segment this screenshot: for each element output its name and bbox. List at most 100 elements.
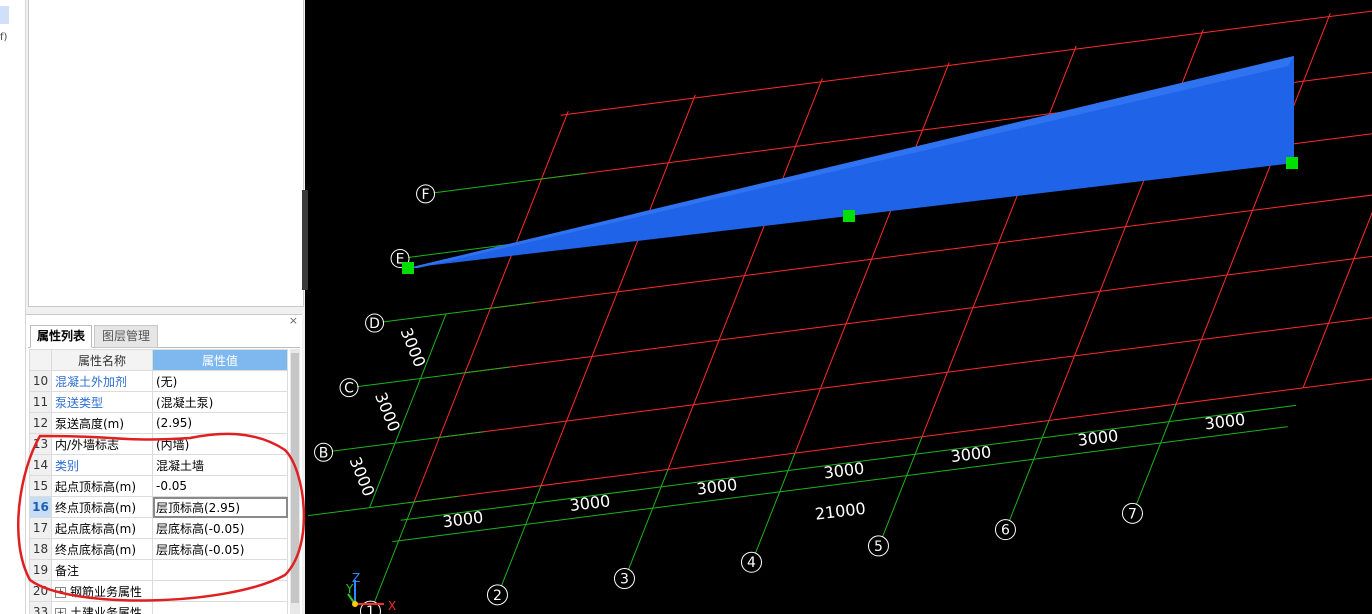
table-row[interactable]: 17 起点底标高(m) 层底标高(-0.05) (29, 517, 288, 539)
axis-line (755, 452, 796, 554)
group-label: 土建业务属性 (70, 605, 143, 614)
expand-icon[interactable]: + (55, 586, 66, 598)
property-value[interactable]: 层底标高(-0.05) (152, 538, 288, 560)
table-row[interactable]: 13 内/外墙标志 (内墙) (29, 433, 288, 455)
row-number: 11 (29, 391, 52, 413)
scrollbar-thumb[interactable] (291, 353, 299, 603)
col-dimension: 3000 (442, 508, 485, 532)
row-axis-label: D (369, 316, 380, 332)
table-row[interactable]: 16 终点顶标高(m) 层顶标高(2.95) (29, 496, 288, 518)
col-axis-label: 7 (1128, 506, 1137, 522)
table-row[interactable]: 11 泵送类型 (混凝土泵) (29, 391, 288, 413)
col-axis-label: 2 (493, 588, 502, 604)
axis-line (433, 172, 587, 194)
property-name: 内/外墙标志 (51, 433, 153, 455)
tab-property-list[interactable]: 属性列表 (30, 325, 92, 348)
table-row[interactable]: 10 混凝土外加剂 (无) (29, 370, 288, 392)
strip-item-text: f) (0, 32, 8, 43)
properties-table: 属性名称 属性值 10 混凝土外加剂 (无) 11 泵送类型 (混凝土泵) 12 泵送高度(m… (29, 349, 288, 614)
property-name: 泵送高度(m) (51, 412, 153, 434)
property-value[interactable]: -0.05 (152, 475, 288, 497)
col-dimension: 3000 (1204, 410, 1247, 434)
row-number: 14 (29, 454, 52, 476)
axis-line (374, 501, 415, 603)
navigation-strip: f) (0, 0, 26, 614)
property-name: 起点底标高(m) (51, 517, 153, 539)
property-name: 备注 (51, 559, 153, 581)
grid-line (458, 255, 1372, 375)
col-dimension: 3000 (1077, 426, 1120, 450)
property-value[interactable]: (混凝土泵) (152, 391, 288, 413)
row-number: 20 (29, 580, 52, 602)
table-row[interactable]: 33 + 土建业务属性 (29, 601, 288, 614)
col-axis-label: 1 (366, 604, 375, 614)
row-dimension: 3000 (397, 325, 430, 370)
property-name: 起点顶标高(m) (51, 475, 153, 497)
grid-line (540, 94, 696, 486)
table-header-row: 属性名称 属性值 (29, 349, 288, 371)
property-name: 混凝土外加剂 (51, 370, 153, 392)
row-axis-label: F (422, 187, 430, 203)
property-value[interactable]: (无) (152, 370, 288, 392)
z-axis-label: Z (352, 571, 360, 585)
col-dimension: 3000 (823, 459, 866, 483)
grip-handle[interactable] (402, 262, 414, 274)
property-name: + 土建业务属性 (51, 601, 153, 614)
property-name: 类别 (51, 454, 153, 476)
total-dimension: 21000 (814, 499, 867, 524)
grid-line (667, 78, 823, 470)
expand-icon[interactable]: + (55, 607, 66, 614)
axis-line (308, 495, 459, 517)
row-axis-label: C (344, 381, 354, 397)
cad-scene[interactable]: FEDCBA1234567300030003000300030003000300… (308, 0, 1372, 614)
row-axis-label: B (319, 445, 329, 461)
property-value[interactable] (152, 580, 288, 602)
axis-line (882, 436, 923, 538)
strip-selected-item[interactable] (0, 6, 9, 24)
col-dimension: 3000 (950, 442, 993, 466)
grip-handle[interactable] (843, 210, 855, 222)
col-dimension: 3000 (696, 475, 739, 499)
properties-scrollbar[interactable] (290, 349, 300, 614)
property-value[interactable]: 混凝土墙 (152, 454, 288, 476)
properties-panel: × 属性列表 图层管理 属性名称 属性值 10 混凝土外加剂 (无) 11 泵送类型 (混… (26, 314, 302, 614)
x-axis-label: X (388, 599, 396, 613)
left-panel: f) × 属性列表 图层管理 属性名称 属性值 10 混凝土外加剂 (无) 11 泵送类… (0, 0, 305, 614)
property-name: 泵送类型 (51, 391, 153, 413)
table-row[interactable]: 18 终点底标高(m) 层底标高(-0.05) (29, 538, 288, 560)
component-list-panel[interactable] (28, 0, 304, 307)
tab-layer-management[interactable]: 图层管理 (94, 325, 158, 348)
header-property-name: 属性名称 (51, 349, 153, 371)
grip-handle[interactable] (1286, 157, 1298, 169)
property-value[interactable]: (2.95) (152, 412, 288, 434)
axis-line (382, 301, 536, 323)
property-value[interactable]: (内墙) (152, 433, 288, 455)
table-row[interactable]: 14 类别 混凝土墙 (29, 454, 288, 476)
axis-line (356, 366, 510, 388)
axis-line (1136, 404, 1177, 505)
row-number: 13 (29, 433, 52, 455)
property-value[interactable] (152, 559, 288, 581)
row-dimension: 3000 (371, 390, 404, 435)
property-value-input[interactable]: 层顶标高(2.95) (152, 496, 288, 518)
table-row[interactable]: 20 + 钢筋业务属性 (29, 580, 288, 602)
table-row[interactable]: 12 泵送高度(m) (2.95) (29, 412, 288, 434)
drawing-viewport[interactable]: FEDCBA1234567300030003000300030003000300… (308, 0, 1372, 614)
row-number: 17 (29, 517, 52, 539)
header-number (29, 349, 52, 371)
row-number: 10 (29, 370, 52, 392)
table-row[interactable]: 15 起点顶标高(m) -0.05 (29, 475, 288, 497)
row-number: 33 (29, 601, 52, 614)
header-property-value: 属性值 (152, 349, 288, 371)
grid-line (413, 110, 569, 503)
property-name: 终点顶标高(m) (51, 496, 153, 518)
row-number: 19 (29, 559, 52, 581)
property-value[interactable]: 层底标高(-0.05) (152, 517, 288, 539)
property-value[interactable] (152, 601, 288, 614)
row-number: 18 (29, 538, 52, 560)
col-axis-label: 6 (1001, 523, 1010, 539)
col-axis-label: 5 (874, 539, 883, 555)
axis-line (501, 485, 542, 587)
group-label: 钢筋业务属性 (70, 584, 143, 599)
table-row[interactable]: 19 备注 (29, 559, 288, 581)
